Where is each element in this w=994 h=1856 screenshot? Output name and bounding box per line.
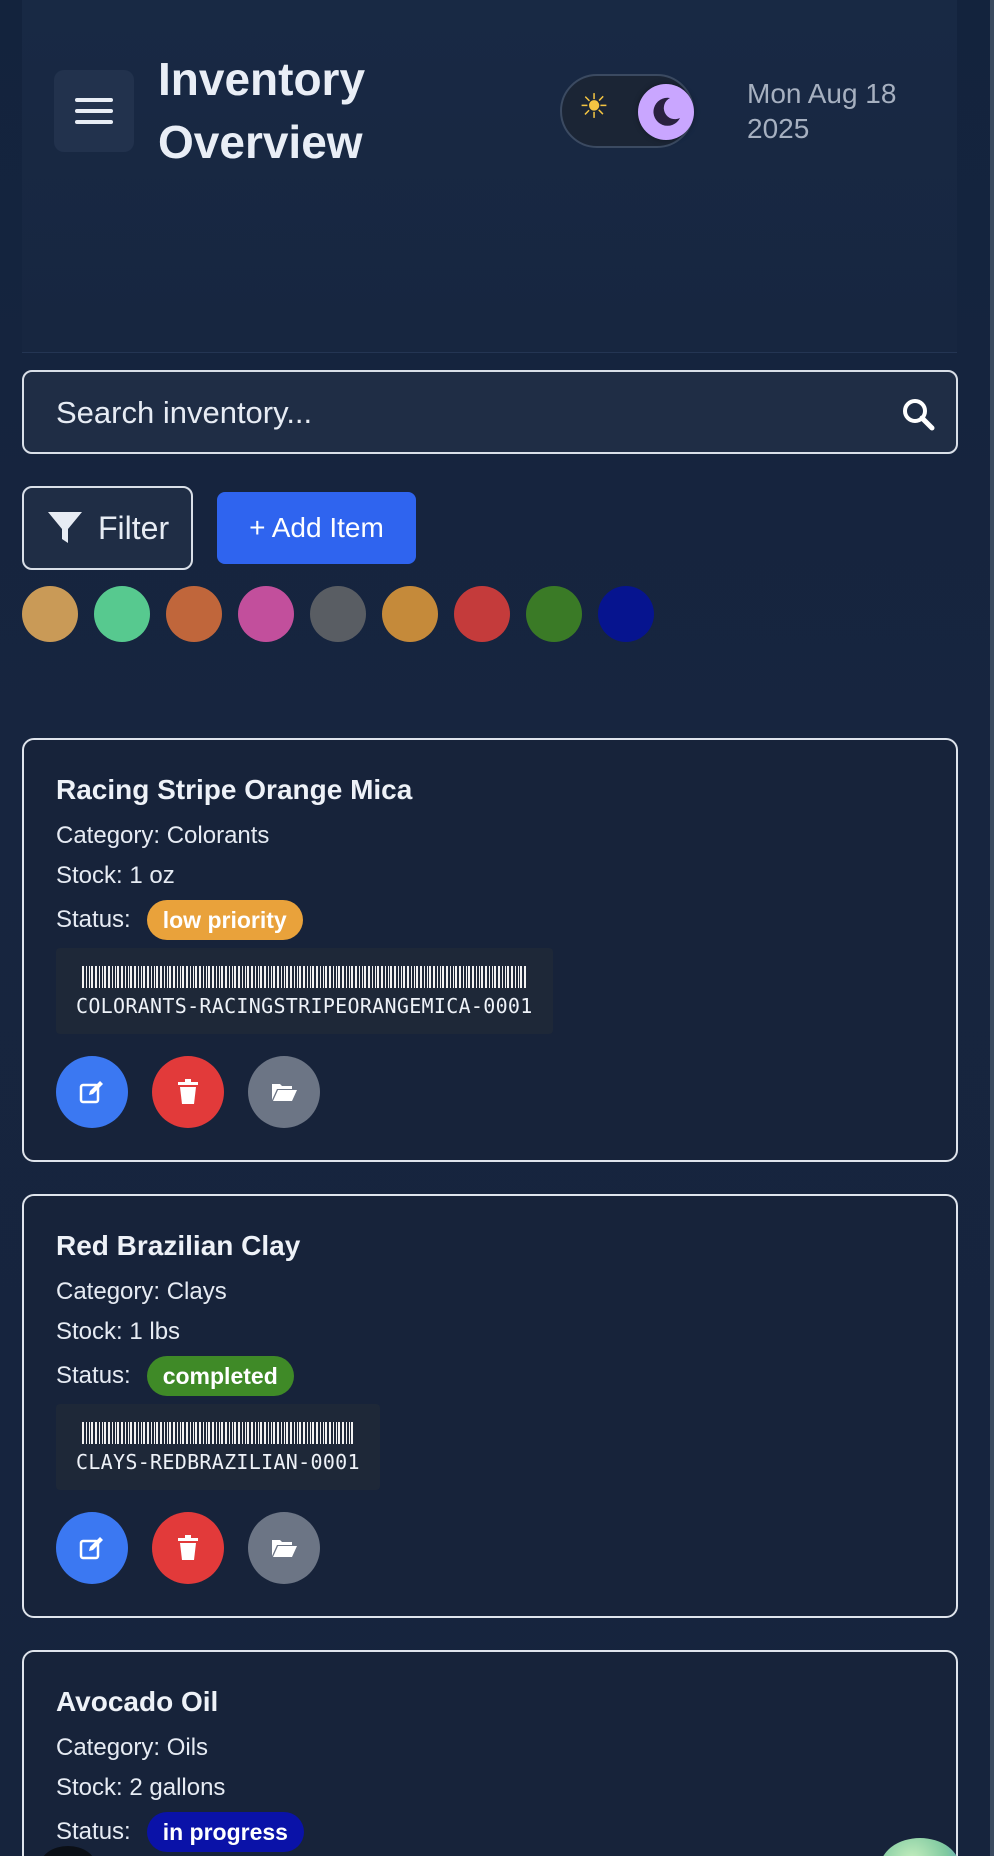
color-swatch[interactable] <box>382 586 438 642</box>
header: Inventory Overview ☀ Mon Aug 18 2025 <box>22 0 957 353</box>
item-category: Category: Clays <box>56 1278 227 1305</box>
edit-button[interactable] <box>56 1512 128 1584</box>
inventory-card: Racing Stripe Orange Mica Category: Colo… <box>22 738 958 1162</box>
item-status-row: Status: in progress <box>56 1812 304 1852</box>
search-icon[interactable] <box>900 396 936 432</box>
status-badge: in progress <box>146 1812 304 1852</box>
item-stock: Stock: 2 gallons <box>56 1774 226 1801</box>
color-swatch[interactable] <box>526 586 582 642</box>
moon-icon <box>653 97 680 126</box>
color-swatch-row <box>22 586 670 644</box>
item-name: Avocado Oil <box>56 1686 219 1717</box>
color-swatch[interactable] <box>598 586 654 642</box>
sun-icon: ☀ <box>578 88 610 126</box>
window-edge <box>990 0 994 1856</box>
delete-button[interactable] <box>152 1512 224 1584</box>
toggle-knob <box>638 84 694 140</box>
item-status-row: Status: low priority <box>56 900 303 940</box>
search-bar <box>22 370 958 454</box>
status-label: Status: <box>56 906 131 933</box>
page: Inventory Overview ☀ Mon Aug 18 2025 Fil… <box>0 0 994 1856</box>
barcode-bars <box>82 1422 354 1444</box>
item-actions <box>56 1512 344 1584</box>
barcode-bars <box>82 966 527 988</box>
color-swatch[interactable] <box>94 586 150 642</box>
barcode: COLORANTS-RACINGSTRIPEORANGEMICA-0001 <box>56 948 553 1034</box>
funnel-icon <box>48 512 82 543</box>
delete-button[interactable] <box>152 1056 224 1128</box>
inventory-card: Avocado Oil Category: Oils Stock: 2 gall… <box>22 1650 958 1856</box>
edit-button[interactable] <box>56 1056 128 1128</box>
page-title: Inventory Overview <box>158 53 366 168</box>
status-badge: completed <box>146 1356 294 1396</box>
filter-label: Filter <box>98 509 170 546</box>
item-stock: Stock: 1 oz <box>56 862 175 889</box>
barcode-text: CLAYS-REDBRAZILIAN-0001 <box>76 1450 360 1474</box>
item-status-row: Status: completed <box>56 1356 294 1396</box>
current-date: Mon Aug 18 2025 <box>747 78 897 144</box>
item-category: Category: Oils <box>56 1734 209 1761</box>
inventory-card: Red Brazilian Clay Category: Clays Stock… <box>22 1194 958 1618</box>
trash-icon <box>178 1079 198 1104</box>
trash-icon <box>178 1535 198 1560</box>
add-item-button[interactable]: + Add Item <box>217 492 416 564</box>
color-swatch[interactable] <box>22 586 78 642</box>
barcode: CLAYS-REDBRAZILIAN-0001 <box>56 1404 380 1490</box>
color-swatch[interactable] <box>310 586 366 642</box>
color-swatch[interactable] <box>166 586 222 642</box>
filter-button[interactable]: Filter <box>22 486 193 570</box>
edit-icon <box>79 1537 103 1560</box>
hamburger-menu-icon <box>75 91 113 131</box>
color-swatch[interactable] <box>454 586 510 642</box>
item-name: Racing Stripe Orange Mica <box>56 774 413 805</box>
status-label: Status: <box>56 1818 131 1845</box>
color-swatch[interactable] <box>238 586 294 642</box>
status-label: Status: <box>56 1362 131 1389</box>
status-badge: low priority <box>146 900 303 940</box>
search-input[interactable] <box>54 372 878 454</box>
menu-button[interactable] <box>54 70 134 152</box>
barcode-text: COLORANTS-RACINGSTRIPEORANGEMICA-0001 <box>76 994 533 1018</box>
item-name: Red Brazilian Clay <box>56 1230 301 1261</box>
item-actions <box>56 1056 344 1128</box>
open-folder-button[interactable] <box>248 1056 320 1128</box>
folder-open-icon <box>272 1540 297 1557</box>
folder-open-icon <box>272 1084 297 1101</box>
item-category: Category: Colorants <box>56 822 270 849</box>
edit-icon <box>79 1081 103 1104</box>
open-folder-button[interactable] <box>248 1512 320 1584</box>
theme-toggle[interactable]: ☀ <box>560 74 694 148</box>
item-stock: Stock: 1 lbs <box>56 1318 181 1345</box>
